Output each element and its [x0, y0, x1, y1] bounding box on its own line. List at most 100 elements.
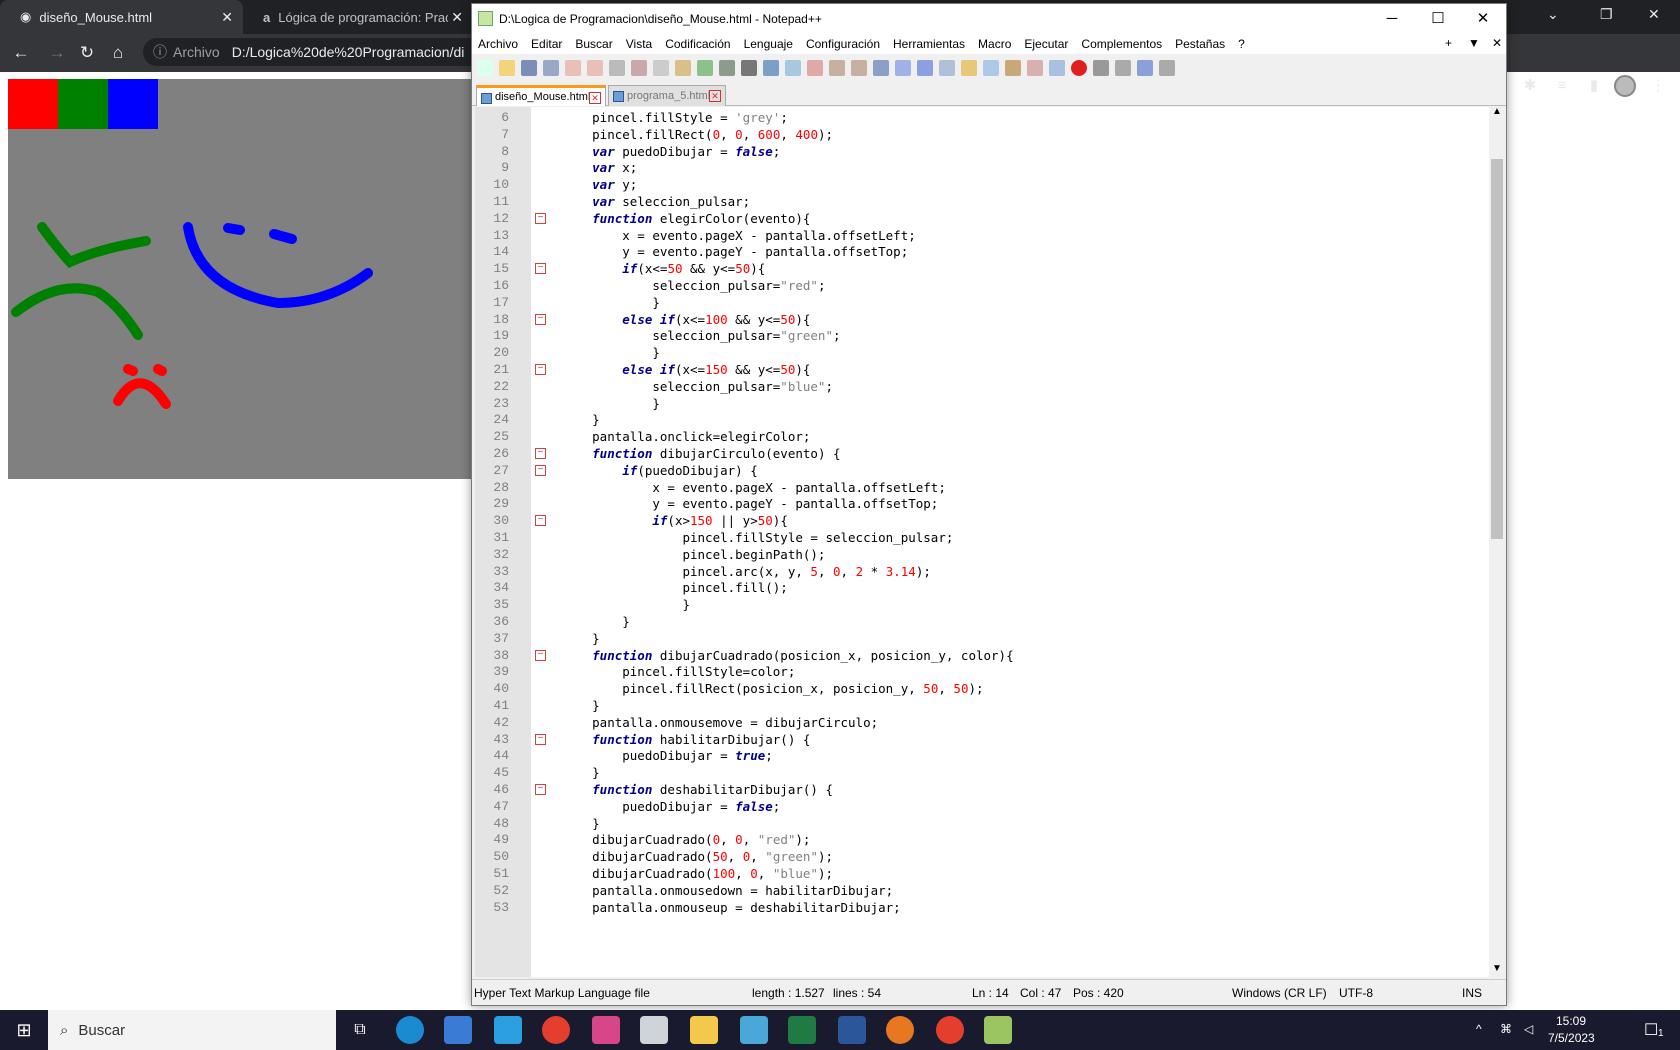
doc-map-icon[interactable]	[961, 60, 977, 76]
drawing-canvas[interactable]	[8, 79, 473, 479]
edge-icon[interactable]	[396, 1016, 424, 1044]
sync-v-icon[interactable]	[829, 60, 845, 76]
chevron-down-icon[interactable]: ⌄	[1547, 6, 1559, 23]
volume-icon[interactable]: ◁	[1524, 1022, 1533, 1036]
notepad-icon[interactable]	[984, 1016, 1012, 1044]
open-icon[interactable]	[499, 60, 515, 76]
app-icon[interactable]	[592, 1016, 620, 1044]
save-icon[interactable]	[521, 60, 537, 76]
menu-codificacion[interactable]: Codificación	[665, 37, 730, 51]
forward-icon[interactable]: →	[46, 42, 68, 64]
print-icon[interactable]	[609, 60, 625, 76]
zoom-in-icon[interactable]	[785, 60, 801, 76]
record-macro-icon[interactable]	[1071, 60, 1087, 76]
close-icon[interactable]: ✕	[709, 90, 721, 102]
close-icon[interactable]: ✕	[1492, 36, 1502, 50]
code-area[interactable]: pincel.fillStyle = 'grey'; pincel.fillRe…	[547, 107, 1490, 977]
indent-guide-icon[interactable]	[917, 60, 933, 76]
menu-herramientas[interactable]: Herramientas	[893, 37, 965, 51]
fold-toggle-icon[interactable]: −	[535, 263, 546, 275]
extensions-icon[interactable]: ✱	[1520, 76, 1540, 96]
menu-ejecutar[interactable]: Ejecutar	[1024, 37, 1068, 51]
address-bar[interactable]: ⓘ Archivo D:/Logica%20de%20Programacion/…	[143, 38, 483, 66]
fold-toggle-icon[interactable]: −	[535, 649, 546, 661]
minimize-button[interactable]: ─	[1369, 4, 1415, 34]
reading-list-icon[interactable]: ≡	[1552, 76, 1572, 96]
close-icon[interactable]: ✕	[589, 92, 601, 104]
eye-icon[interactable]	[1049, 60, 1065, 76]
file-tab[interactable]: programa_5.html ✕	[608, 85, 726, 106]
save-macro-icon[interactable]	[1159, 60, 1175, 76]
app-icon[interactable]	[740, 1016, 768, 1044]
menu-lenguaje[interactable]: Lenguaje	[744, 37, 793, 51]
folder-icon[interactable]	[690, 1016, 718, 1044]
function-list-icon[interactable]	[983, 60, 999, 76]
search-input[interactable]: ⌕ Buscar	[48, 1010, 336, 1050]
play-multiple-icon[interactable]	[1137, 60, 1153, 76]
fold-toggle-icon[interactable]: −	[535, 464, 546, 476]
close-all-icon[interactable]	[587, 60, 603, 76]
browser-tab-active[interactable]: ◉ diseño_Mouse.html ✕	[0, 0, 243, 34]
word-icon[interactable]	[838, 1016, 866, 1044]
menu-icon[interactable]: ⋮	[1648, 76, 1668, 96]
lang-icon[interactable]	[939, 60, 955, 76]
excel-icon[interactable]	[788, 1016, 816, 1044]
app-icon[interactable]	[640, 1016, 668, 1044]
zoom-out-icon[interactable]	[807, 60, 823, 76]
scrollbar-thumb[interactable]	[1491, 159, 1503, 539]
save-all-icon[interactable]	[543, 60, 559, 76]
fold-toggle-icon[interactable]: −	[535, 515, 546, 527]
scroll-up-icon[interactable]: ▲	[1492, 107, 1502, 117]
fold-toggle-icon[interactable]: −	[535, 448, 546, 459]
undo-icon[interactable]	[697, 60, 713, 76]
menu-editar[interactable]: Editar	[531, 37, 562, 51]
chevron-down-icon[interactable]: ▼	[1468, 36, 1480, 50]
monitor-icon[interactable]	[1027, 60, 1043, 76]
find-icon[interactable]	[741, 60, 757, 76]
close-file-icon[interactable]	[565, 60, 581, 76]
fold-toggle-icon[interactable]: −	[535, 212, 546, 224]
close-icon[interactable]: ✕	[451, 9, 463, 26]
back-icon[interactable]: ←	[10, 42, 32, 64]
menu-complementos[interactable]: Complementos	[1081, 37, 1162, 51]
restore-icon[interactable]: ❐	[1600, 6, 1613, 23]
store-icon[interactable]	[494, 1016, 522, 1044]
browser-tab[interactable]: a Lógica de programación: Practic ✕	[243, 0, 473, 34]
windows-start-icon[interactable]: ⊞	[0, 1010, 48, 1050]
menu-vista[interactable]: Vista	[626, 37, 652, 51]
close-button[interactable]: ✕	[1460, 4, 1506, 34]
wrap-icon[interactable]	[873, 60, 889, 76]
close-icon[interactable]: ✕	[1648, 6, 1660, 23]
vertical-scrollbar[interactable]: ▲ ▼	[1489, 107, 1505, 977]
home-icon[interactable]: ⌂	[107, 42, 129, 64]
fold-toggle-icon[interactable]: −	[535, 364, 546, 375]
menu-pestanas[interactable]: Pestañas	[1175, 37, 1225, 51]
chrome-icon[interactable]	[936, 1016, 964, 1044]
mail-icon[interactable]	[444, 1016, 472, 1044]
network-icon[interactable]: ⌘	[1500, 1022, 1512, 1036]
sync-h-icon[interactable]	[851, 60, 867, 76]
task-view-icon[interactable]: ⧉	[346, 1016, 374, 1044]
paste-icon[interactable]	[675, 60, 691, 76]
clock-date[interactable]: 7/5/2023	[1548, 1031, 1595, 1045]
notification-icon[interactable]: ☐	[1644, 1020, 1658, 1040]
show-all-icon[interactable]	[895, 60, 911, 76]
copy-icon[interactable]	[653, 60, 669, 76]
menu-help[interactable]: ?	[1238, 37, 1245, 51]
reload-icon[interactable]: ↻	[76, 42, 98, 64]
cut-icon[interactable]	[631, 60, 647, 76]
scroll-down-icon[interactable]: ▼	[1492, 963, 1502, 974]
chrome-icon[interactable]	[542, 1016, 570, 1044]
replace-icon[interactable]	[763, 60, 779, 76]
app-icon[interactable]	[886, 1016, 914, 1044]
sidebar-icon[interactable]: ▮	[1584, 76, 1604, 96]
chevron-up-icon[interactable]: ^	[1476, 1022, 1482, 1036]
new-file-icon[interactable]	[477, 60, 493, 76]
clock-time[interactable]: 15:09	[1556, 1014, 1586, 1028]
plus-icon[interactable]: +	[1445, 36, 1452, 50]
fold-toggle-icon[interactable]: −	[535, 784, 546, 795]
close-icon[interactable]: ✕	[221, 9, 233, 26]
menu-configuracion[interactable]: Configuración	[806, 37, 880, 51]
file-tab-active[interactable]: diseño_Mouse.html ✕	[476, 85, 606, 106]
stop-icon[interactable]	[1093, 60, 1109, 76]
